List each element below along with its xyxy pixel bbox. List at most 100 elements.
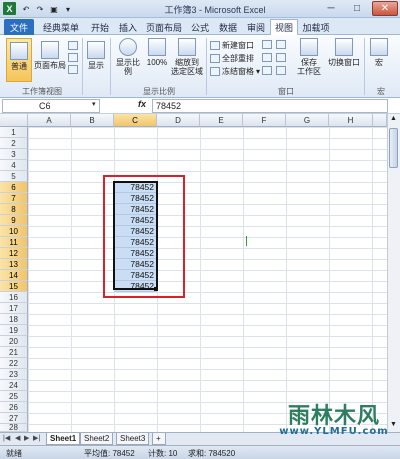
split-icon[interactable] — [262, 40, 274, 49]
undo-icon[interactable]: ↶ — [20, 3, 32, 15]
arrange-all-button[interactable]: 全部重排 — [210, 53, 254, 64]
worksheet-grid[interactable] — [28, 127, 387, 432]
hide-icon[interactable] — [262, 53, 274, 62]
tab-data[interactable]: 数据 — [214, 19, 242, 35]
arrange-all-label: 全部重排 — [222, 54, 254, 63]
vertical-scrollbar-thumb[interactable] — [389, 128, 398, 168]
ribbon: 普通 页面布局 工作簿视图 显示 显示比例 100% 缩放到 选定区域 显示比例… — [0, 35, 400, 98]
zoom-100-button[interactable]: 100% — [146, 38, 168, 67]
sheet-tab-sheet3[interactable]: Sheet3 — [116, 433, 150, 445]
row-header[interactable]: 15 — [0, 281, 28, 292]
row-header[interactable]: 12 — [0, 248, 28, 259]
tab-addins[interactable]: 加载项 — [298, 19, 334, 35]
maximize-button[interactable]: □ — [346, 1, 368, 16]
close-button[interactable]: ✕ — [372, 1, 398, 16]
row-header[interactable]: 14 — [0, 270, 28, 281]
unhide-icon[interactable] — [262, 66, 274, 75]
row-header[interactable]: 19 — [0, 325, 28, 336]
custom-views-icon[interactable] — [68, 53, 80, 62]
minimize-button[interactable]: ─ — [320, 1, 342, 16]
row-header[interactable]: 10 — [0, 226, 28, 237]
macros-button[interactable]: 宏 — [368, 38, 390, 67]
row-header[interactable]: 21 — [0, 347, 28, 358]
column-header-d[interactable]: D — [157, 114, 200, 127]
tab-view[interactable]: 视图 — [270, 19, 298, 35]
page-layout-icon — [41, 41, 59, 59]
ribbon-separator — [82, 38, 83, 95]
zoom-to-selection-button[interactable]: 缩放到 选定区域 — [170, 38, 204, 76]
select-all-corner[interactable] — [0, 114, 28, 127]
switch-windows-button[interactable]: 切换窗口 — [326, 38, 362, 67]
tab-insert[interactable]: 插入 — [114, 19, 142, 35]
column-header-e[interactable]: E — [200, 114, 243, 127]
new-window-button[interactable]: 新建窗口 — [210, 40, 254, 51]
tab-classic-menu[interactable]: 经典菜单 — [36, 19, 86, 35]
row-header[interactable]: 5 — [0, 171, 28, 182]
freeze-panes-button[interactable]: 冻结窗格 ▾ — [210, 66, 260, 77]
redo-icon[interactable]: ↷ — [34, 3, 46, 15]
row-header[interactable]: 20 — [0, 336, 28, 347]
name-box[interactable]: C6 — [2, 99, 100, 113]
row-header[interactable]: 9 — [0, 215, 28, 226]
ribbon-separator — [364, 38, 365, 95]
row-header[interactable]: 16 — [0, 292, 28, 303]
row-header[interactable]: 2 — [0, 138, 28, 149]
normal-view-button[interactable]: 普通 — [6, 38, 32, 82]
quick-access-dropdown-icon[interactable]: ▾ — [62, 3, 74, 15]
show-button[interactable]: 显示 — [86, 41, 106, 70]
row-header[interactable]: 28 — [0, 423, 28, 432]
tab-page-layout[interactable]: 页面布局 — [142, 19, 186, 35]
row-header[interactable]: 4 — [0, 160, 28, 171]
next-sheet-icon[interactable]: ▶ — [24, 434, 29, 442]
row-header[interactable]: 6 — [0, 182, 28, 193]
row-header[interactable]: 1 — [0, 127, 28, 138]
column-header-c[interactable]: C — [114, 114, 157, 127]
row-header[interactable]: 8 — [0, 204, 28, 215]
freeze-panes-label: 冻结窗格 — [222, 67, 254, 76]
sheet-tab-sheet2[interactable]: Sheet2 — [80, 433, 114, 445]
scroll-up-icon[interactable]: ▲ — [390, 115, 397, 122]
freeze-panes-dropdown-icon: ▾ — [256, 67, 261, 76]
last-sheet-icon[interactable]: ▶| — [33, 434, 40, 442]
zoom-button[interactable]: 显示比例 — [113, 38, 143, 76]
row-header[interactable]: 13 — [0, 259, 28, 270]
row-header[interactable]: 26 — [0, 402, 28, 413]
first-sheet-icon[interactable]: |◀ — [3, 434, 10, 442]
insert-function-icon[interactable]: fx — [138, 99, 146, 109]
page-break-preview-icon[interactable] — [68, 41, 80, 50]
page-layout-label: 页面布局 — [34, 61, 66, 70]
reset-window-position-icon[interactable] — [276, 66, 288, 75]
prev-sheet-icon[interactable]: ◀ — [15, 434, 20, 442]
row-header[interactable]: 17 — [0, 303, 28, 314]
tab-formulas[interactable]: 公式 — [186, 19, 214, 35]
synchronous-scrolling-icon[interactable] — [276, 53, 288, 62]
name-box-dropdown-icon[interactable]: ▾ — [92, 100, 96, 108]
tab-home[interactable]: 开始 — [86, 19, 114, 35]
row-header[interactable]: 23 — [0, 369, 28, 380]
row-header[interactable]: 18 — [0, 314, 28, 325]
column-header-a[interactable]: A — [28, 114, 71, 127]
column-header-h[interactable]: H — [329, 114, 373, 127]
excel-app-icon[interactable]: X — [3, 2, 16, 15]
row-header[interactable]: 22 — [0, 358, 28, 369]
insert-sheet-icon[interactable]: + — [152, 433, 166, 445]
show-label: 显示 — [88, 61, 104, 70]
column-header-overflow — [373, 114, 387, 127]
row-header[interactable]: 3 — [0, 149, 28, 160]
tab-file[interactable]: 文件 — [4, 19, 34, 35]
save-icon[interactable]: ▣ — [48, 3, 60, 15]
row-header[interactable]: 25 — [0, 391, 28, 402]
column-header-f[interactable]: F — [243, 114, 286, 127]
row-header[interactable]: 24 — [0, 380, 28, 391]
formula-input[interactable]: 78452 — [152, 99, 388, 113]
column-header-b[interactable]: B — [71, 114, 114, 127]
save-workspace-button[interactable]: 保存 工作区 — [294, 38, 324, 76]
full-screen-icon[interactable] — [68, 65, 80, 74]
column-header-g[interactable]: G — [286, 114, 329, 127]
sheet-tab-sheet1[interactable]: Sheet1 — [46, 433, 81, 445]
row-header[interactable]: 7 — [0, 193, 28, 204]
row-header[interactable]: 11 — [0, 237, 28, 248]
view-side-by-side-icon[interactable] — [276, 40, 288, 49]
page-layout-view-button[interactable]: 页面布局 — [34, 41, 66, 70]
tab-review[interactable]: 审阅 — [242, 19, 270, 35]
